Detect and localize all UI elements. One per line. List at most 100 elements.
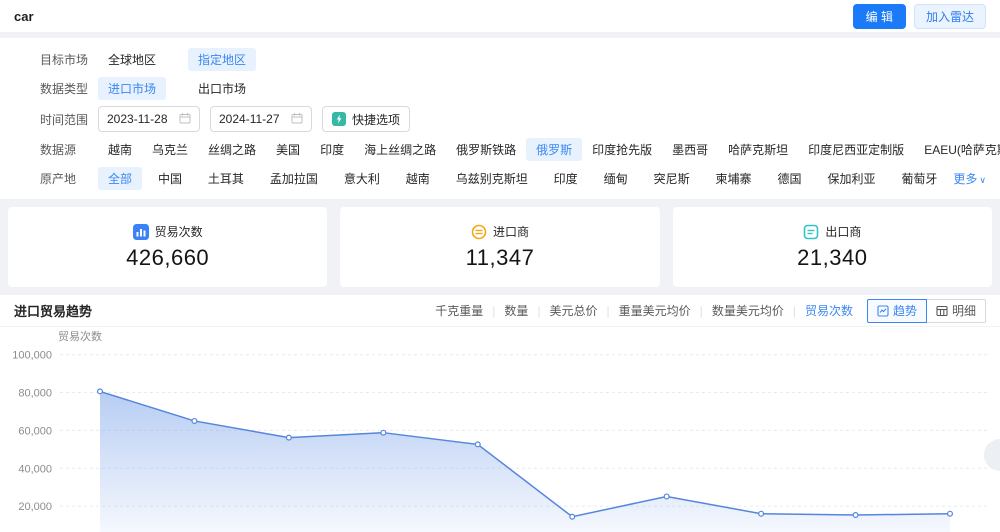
- metric-separator: |: [606, 303, 610, 318]
- data-point[interactable]: [96, 388, 103, 395]
- filter-option[interactable]: 印度: [544, 167, 588, 190]
- metric-separator: |: [699, 303, 703, 318]
- data-point[interactable]: [852, 512, 859, 519]
- end-date-input[interactable]: 2024-11-27: [210, 106, 312, 132]
- filter-option[interactable]: 出口市场: [188, 77, 256, 100]
- data-point[interactable]: [569, 513, 576, 520]
- chart-series: [96, 388, 953, 532]
- importer-icon: [471, 224, 487, 240]
- data-type-options: 进口市场 出口市场: [98, 77, 256, 100]
- filter-option[interactable]: 美国: [266, 138, 310, 161]
- filter-option[interactable]: 缅甸: [594, 167, 638, 190]
- metric-link[interactable]: 千克重量: [435, 302, 483, 319]
- filter-row-target-market: 目标市场 全球地区 指定地区: [0, 45, 1000, 74]
- data-point[interactable]: [285, 434, 292, 441]
- filter-option[interactable]: 突尼斯: [644, 167, 700, 190]
- bar-chart-icon: [132, 223, 149, 240]
- filter-panel: 目标市场 全球地区 指定地区 数据类型 进口市场 出口市场 时间范围 2023-11…: [0, 38, 1000, 199]
- stat-card-head: 进口商: [471, 223, 529, 240]
- time-range-label: 时间范围: [40, 112, 89, 127]
- metric-link[interactable]: 美元总价: [550, 302, 598, 319]
- stat-value: 426,660: [126, 245, 210, 270]
- metric-link[interactable]: 重量美元均价: [619, 302, 691, 319]
- filter-option[interactable]: 越南: [396, 167, 440, 190]
- filter-option[interactable]: 印度尼西亚定制版: [798, 138, 914, 161]
- filter-option[interactable]: 中国: [148, 167, 192, 190]
- metric-links: 千克重量 | 数量 | 美元总价 | 重量美元均价 | 数量美元均价 | 贸易次数: [435, 302, 853, 319]
- filter-option[interactable]: 俄罗斯: [526, 138, 583, 161]
- trend-title: 进口贸易趋势: [14, 304, 93, 319]
- filter-option[interactable]: 全部: [98, 167, 143, 190]
- filter-option[interactable]: 葡萄牙: [891, 167, 947, 190]
- end-date-value: 2024-11-27: [219, 112, 280, 126]
- filter-option[interactable]: 海上丝绸之路: [354, 138, 446, 161]
- add-radar-button[interactable]: 加入雷达: [913, 3, 986, 29]
- svg-text:40,000: 40,000: [18, 463, 52, 475]
- trend-view-label: 趋势: [892, 304, 917, 318]
- origin-options: 全部 中国 土耳其 孟加拉国 意大利 越南 乌兹别克斯坦 印度 缅甸 突尼斯 柬埔寨 德国 保加利亚 葡萄…: [98, 167, 986, 190]
- svg-text:20,000: 20,000: [18, 501, 52, 513]
- trend-view-icon: [877, 304, 889, 317]
- filter-row-time-range: 时间范围 2023-11-28 2024-11-27 快捷选项: [0, 103, 1000, 135]
- data-point[interactable]: [474, 441, 481, 448]
- data-type-label: 数据类型: [40, 82, 89, 96]
- stat-cards: 贸易次数 426,660 进口商 11,347 出口商 21,340: [8, 207, 992, 287]
- quick-options-button[interactable]: 快捷选项: [322, 106, 411, 132]
- quick-options-icon: [332, 112, 346, 126]
- filter-option[interactable]: 德国: [767, 167, 811, 190]
- filter-option[interactable]: 印度抢先版: [582, 138, 662, 161]
- stat-card-exporters: 出口商 21,340: [672, 207, 992, 287]
- start-date-input[interactable]: 2023-11-28: [98, 106, 200, 132]
- filter-option[interactable]: 土耳其: [198, 167, 254, 190]
- filter-option[interactable]: 墨西哥: [662, 138, 718, 161]
- stat-card-head: 贸易次数: [132, 223, 203, 240]
- stat-label: 出口商: [825, 225, 862, 239]
- calendar-icon: [291, 112, 303, 127]
- trend-view-button[interactable]: 趋势: [866, 298, 927, 323]
- filter-option[interactable]: 指定地区: [188, 48, 257, 71]
- view-toggle-group: 趋势 明细: [866, 298, 986, 323]
- time-range-controls: 2023-11-28 2024-11-27 快捷选项: [98, 106, 411, 132]
- metric-link[interactable]: 贸易次数: [805, 302, 853, 319]
- metric-link[interactable]: 数量美元均价: [712, 302, 784, 319]
- stat-card-trade-count: 贸易次数 426,660: [8, 207, 328, 287]
- metric-link[interactable]: 数量: [504, 302, 528, 319]
- filter-option[interactable]: 进口市场: [98, 77, 167, 100]
- edit-button[interactable]: 编 辑: [852, 3, 906, 29]
- trend-line-chart: 贸易次数 020,00040,00060,00080,000100,000 20…: [12, 329, 988, 532]
- trend-header: 进口贸易趋势 千克重量 | 数量 | 美元总价 | 重量美元均价 | 数量美元均价 | 贸易次数 趋…: [0, 295, 1000, 327]
- y-axis-title: 贸易次数: [58, 329, 102, 343]
- stat-value: 11,347: [465, 245, 535, 270]
- data-point[interactable]: [191, 417, 198, 424]
- filter-option[interactable]: EAEU(哈萨克斯坦): [914, 138, 1000, 161]
- start-date-value: 2023-11-28: [107, 112, 168, 126]
- filter-row-origin: 原产地 全部 中国 土耳其 孟加拉国 意大利 越南 乌兹别克斯坦 印度 缅甸 突尼斯 柬埔寨 德国 保加…: [0, 164, 1000, 193]
- filter-option[interactable]: 意大利: [334, 167, 390, 190]
- detail-view-icon: [936, 305, 948, 316]
- more-link[interactable]: 更多 ∨: [953, 170, 986, 187]
- svg-text:80,000: 80,000: [18, 388, 52, 400]
- filter-option[interactable]: 丝绸之路: [198, 138, 266, 161]
- data-point[interactable]: [380, 429, 387, 436]
- filter-row-data-type: 数据类型 进口市场 出口市场: [0, 74, 1000, 103]
- filter-option[interactable]: 保加利亚: [817, 167, 885, 190]
- filter-option[interactable]: 俄罗斯铁路: [446, 138, 526, 161]
- filter-option[interactable]: 孟加拉国: [260, 167, 328, 190]
- svg-text:100,000: 100,000: [12, 350, 52, 362]
- data-point[interactable]: [758, 510, 765, 517]
- filter-option[interactable]: 乌兹别克斯坦: [446, 167, 538, 190]
- data-point[interactable]: [663, 493, 670, 500]
- filter-option[interactable]: 全球地区: [98, 48, 166, 71]
- detail-view-button[interactable]: 明细: [925, 298, 986, 323]
- filter-option[interactable]: 越南: [98, 138, 142, 161]
- stat-label: 进口商: [492, 225, 529, 239]
- target-market-label: 目标市场: [40, 53, 89, 67]
- stat-card-importers: 进口商 11,347: [340, 207, 660, 287]
- filter-option[interactable]: 哈萨克斯坦: [718, 138, 798, 161]
- metric-separator: |: [492, 303, 496, 318]
- filter-option[interactable]: 乌克兰: [142, 138, 198, 161]
- stat-value: 21,340: [797, 245, 868, 270]
- filter-option[interactable]: 印度: [310, 138, 354, 161]
- data-point[interactable]: [946, 510, 953, 517]
- filter-option[interactable]: 柬埔寨: [706, 167, 762, 190]
